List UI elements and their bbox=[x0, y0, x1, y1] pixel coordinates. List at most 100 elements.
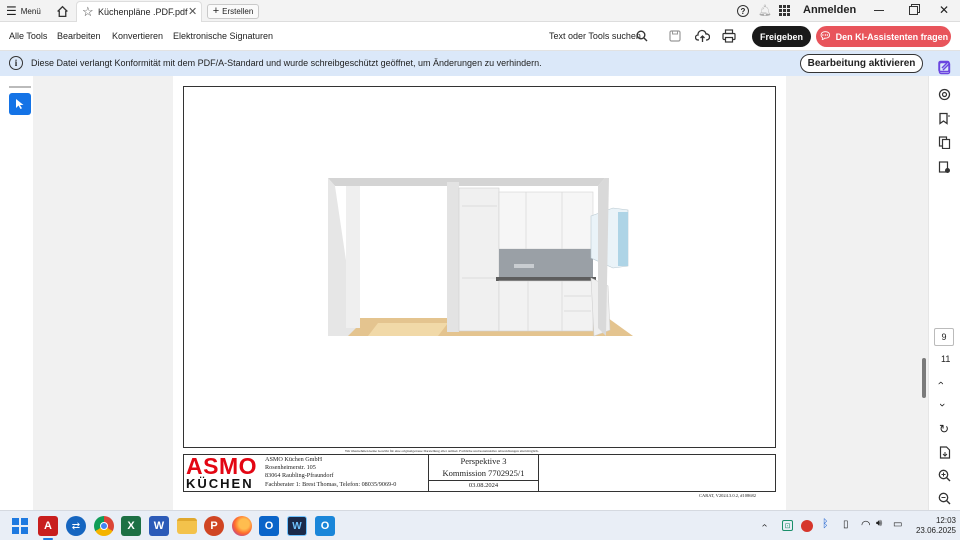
next-page-icon[interactable]: › bbox=[936, 403, 948, 407]
word-taskbar-icon[interactable]: W bbox=[149, 516, 169, 536]
windows-taskbar: A ⇄ X W P O W O › ⊡ ᛒ ▯ ◠ 🔊︎ ▭ 12:03 23.… bbox=[0, 510, 960, 540]
menu-button[interactable]: ☰ Menü bbox=[6, 3, 41, 19]
date-cell: 03.08.2024 bbox=[428, 481, 539, 491]
ai-chat-icon: 💬︎ bbox=[818, 31, 832, 42]
hamburger-icon: ☰ bbox=[6, 4, 17, 18]
star-icon[interactable]: ☆ bbox=[82, 4, 94, 20]
search-tools-label[interactable]: Text oder Tools suchen bbox=[549, 31, 641, 41]
vertical-scrollbar[interactable] bbox=[922, 358, 926, 398]
export-page-icon[interactable] bbox=[939, 446, 951, 459]
company-name: ASMO Küchen GmbH bbox=[265, 456, 323, 463]
select-tool-button[interactable] bbox=[9, 93, 31, 115]
company-advisor: Fachberater 1: Brest Thomas, Telefon: 08… bbox=[265, 480, 397, 488]
chrome-taskbar-icon[interactable] bbox=[94, 516, 114, 536]
outlook-taskbar-icon[interactable]: O bbox=[259, 516, 279, 536]
ai-panel-icon[interactable] bbox=[938, 60, 951, 73]
current-page-field[interactable]: 9 bbox=[934, 328, 954, 346]
plus-icon: + bbox=[212, 5, 220, 17]
bluetooth-icon[interactable]: ᛒ bbox=[822, 518, 829, 530]
total-pages: 11 bbox=[941, 354, 951, 364]
help-icon[interactable]: ? bbox=[737, 5, 749, 17]
cloud-upload-icon[interactable] bbox=[695, 29, 710, 43]
zoom-in-icon[interactable] bbox=[938, 469, 951, 482]
zoom-out-icon[interactable] bbox=[938, 492, 951, 505]
tool-divider bbox=[9, 86, 31, 88]
clock-date: 23.06.2025 bbox=[915, 526, 956, 535]
tray-device-icon[interactable]: ▯ bbox=[843, 519, 849, 530]
kitchen-rendering bbox=[328, 178, 633, 337]
pages-icon[interactable] bbox=[938, 136, 951, 149]
right-tools: 9 11 › › ↻ bbox=[928, 51, 960, 510]
notification-bell-icon[interactable]: 🔔︎ bbox=[758, 4, 772, 17]
toolbar: Alle Tools Bearbeiten Konvertieren Elekt… bbox=[0, 22, 960, 51]
previous-page-icon[interactable]: › bbox=[935, 381, 947, 385]
bookmark-icon[interactable] bbox=[938, 112, 951, 125]
perspective-cell: Perspektive 3 Kommission 7702925/1 bbox=[428, 455, 539, 481]
close-tab-icon[interactable]: ✕ bbox=[188, 5, 197, 18]
search-icon[interactable] bbox=[636, 30, 648, 42]
menu-item-convert[interactable]: Konvertieren bbox=[112, 31, 163, 41]
firefox-taskbar-icon[interactable] bbox=[232, 516, 252, 536]
menu-item-e-signatures[interactable]: Elektronische Signaturen bbox=[173, 31, 273, 41]
pdfa-info-banner: i Diese Datei verlangt Konformität mit d… bbox=[0, 51, 960, 76]
menu-item-all-tools[interactable]: Alle Tools bbox=[9, 31, 47, 41]
asmo-logo: ASMO KÜCHEN bbox=[185, 453, 263, 491]
app-taskbar-icon[interactable]: W bbox=[287, 516, 307, 536]
drawing-frame bbox=[183, 86, 776, 448]
wifi-icon[interactable]: ◠ bbox=[861, 518, 871, 531]
banner-message: Diese Datei verlangt Konformität mit dem… bbox=[31, 58, 542, 68]
attachments-icon[interactable] bbox=[938, 161, 951, 174]
clock-time: 12:03 bbox=[935, 516, 956, 525]
pdf-page: Wir übernehmen keine Gewähr für eine ori… bbox=[173, 76, 786, 510]
logo-bottom: KÜCHEN bbox=[186, 476, 254, 491]
outlook-new-taskbar-icon[interactable]: O bbox=[315, 516, 335, 536]
menu-item-edit[interactable]: Bearbeiten bbox=[57, 31, 101, 41]
title-block: ASMO KÜCHEN ASMO Küchen GmbH Rosenheimer… bbox=[183, 453, 776, 492]
enable-editing-button[interactable]: Bearbeitung aktivieren bbox=[800, 54, 923, 73]
cursor-arrow-icon bbox=[16, 99, 24, 109]
perspective-label: Perspektive 3 bbox=[460, 456, 507, 466]
minimize-icon[interactable] bbox=[874, 10, 884, 11]
company-info: ASMO Küchen GmbH Rosenheimerstr. 105 830… bbox=[265, 456, 428, 490]
document-tab[interactable]: ☆ Küchenpläne .PDF.pdf ✕ bbox=[76, 1, 202, 22]
excel-taskbar-icon[interactable]: X bbox=[121, 516, 141, 536]
save-icon[interactable] bbox=[669, 30, 681, 42]
ai-button-label: Den KI-Assistenten fragen bbox=[835, 31, 949, 42]
share-button[interactable]: Freigeben bbox=[752, 26, 811, 47]
clock[interactable]: 12:03 23.06.2025 bbox=[912, 516, 956, 536]
sign-in-button[interactable]: Anmelden bbox=[803, 4, 856, 16]
restore-icon[interactable] bbox=[909, 6, 918, 15]
tray-creative-cloud-icon[interactable] bbox=[801, 520, 813, 532]
commission-label: Kommission 7702925/1 bbox=[442, 467, 525, 478]
print-icon[interactable] bbox=[722, 29, 736, 43]
home-icon bbox=[56, 5, 68, 17]
left-tool-panel bbox=[0, 76, 33, 510]
volume-icon[interactable]: 🔊︎ bbox=[876, 518, 882, 529]
comment-icon[interactable] bbox=[938, 88, 951, 101]
teamviewer-taskbar-icon[interactable]: ⇄ bbox=[66, 516, 86, 536]
powerpoint-taskbar-icon[interactable]: P bbox=[204, 516, 224, 536]
company-city: 83064 Raubling-Pfraundorf bbox=[265, 472, 334, 480]
menu-label: Menü bbox=[20, 6, 41, 16]
rotate-icon[interactable]: ↻ bbox=[939, 422, 949, 436]
company-street: Rosenheimerstr. 105 bbox=[265, 464, 316, 472]
ai-assistant-button[interactable]: 💬︎ Den KI-Assistenten fragen bbox=[816, 26, 951, 47]
disclaimer-text: Wir übernehmen keine Gewähr für eine ori… bbox=[345, 449, 539, 453]
create-label: Erstellen bbox=[222, 7, 254, 16]
title-bar: ☰ Menü ☆ Küchenpläne .PDF.pdf ✕ + Erstel… bbox=[0, 0, 960, 22]
acrobat-taskbar-icon[interactable]: A bbox=[38, 516, 58, 536]
document-viewer: Wir übernehmen keine Gewähr für eine ori… bbox=[33, 76, 928, 510]
battery-icon[interactable]: ▭ bbox=[893, 519, 902, 530]
software-footer: CARAT, V2024.3.0.2, #108682 bbox=[699, 493, 756, 498]
info-icon: i bbox=[9, 56, 23, 70]
tab-title: Küchenpläne .PDF.pdf bbox=[98, 7, 188, 17]
apps-grid-icon[interactable] bbox=[779, 5, 790, 16]
close-window-icon[interactable]: ✕ bbox=[939, 3, 949, 17]
plan-date: 03.08.2024 bbox=[468, 482, 499, 489]
tray-app-icon[interactable]: ⊡ bbox=[782, 520, 793, 531]
create-button[interactable]: + Erstellen bbox=[207, 4, 259, 19]
tray-overflow-icon[interactable]: › bbox=[759, 524, 770, 527]
home-button[interactable] bbox=[54, 3, 70, 19]
windows-start-icon[interactable] bbox=[12, 518, 28, 534]
file-explorer-taskbar-icon[interactable] bbox=[177, 518, 197, 534]
